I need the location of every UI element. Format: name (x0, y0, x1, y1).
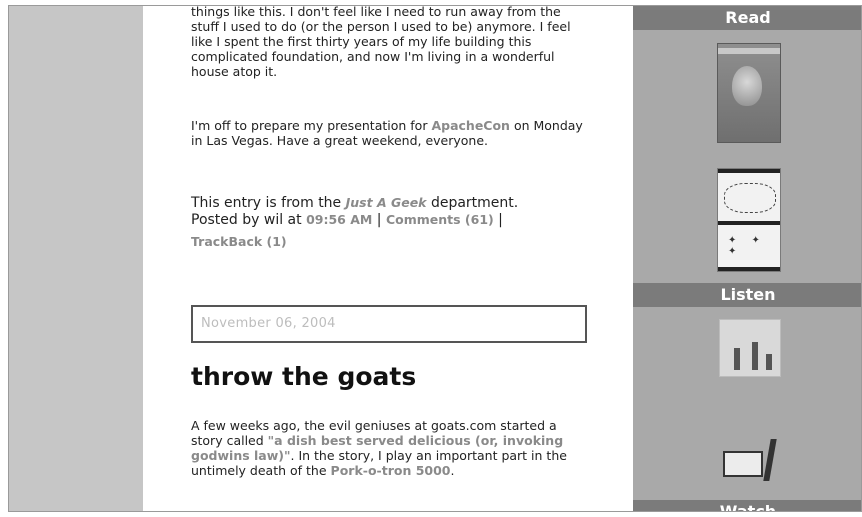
listen-heading: Listen (633, 283, 861, 307)
comments-link[interactable]: Comments (61) (386, 212, 494, 227)
cover-figure (752, 342, 758, 370)
cover-band (718, 48, 780, 54)
cover-figure (734, 348, 740, 370)
trackback-line: TrackBack (1) (191, 233, 591, 250)
permalink-time-link[interactable]: 09:56 AM (306, 212, 372, 227)
sidebar: Read ✦ ✦ ✦ Listen Watch (633, 6, 861, 511)
blog-content: things like this. I don't feel like I ne… (143, 6, 633, 511)
cover-stripe (718, 267, 780, 271)
left-gutter (9, 6, 143, 511)
date-header: November 06, 2004 (191, 305, 587, 343)
post-paragraph: I'm off to prepare my presentation for A… (191, 118, 591, 148)
department-link[interactable]: Just A Geek (346, 195, 427, 210)
album-cover-image[interactable] (719, 319, 781, 377)
post-paragraph: A few weeks ago, the evil geniuses at go… (191, 418, 591, 478)
cover-title-art (724, 183, 776, 213)
post-text: . (450, 463, 455, 478)
cover-art: ✦ ✦ ✦ (728, 235, 766, 257)
entry-prefix: This entry is from the (191, 195, 346, 211)
author-portrait (732, 66, 762, 106)
book-cover-image[interactable]: ✦ ✦ ✦ (717, 168, 781, 272)
cover-stripe (718, 221, 780, 225)
separator: | (372, 212, 386, 228)
post-paragraph: things like this. I don't feel like I ne… (191, 5, 571, 79)
album-cover-image[interactable] (723, 439, 779, 481)
trackback-link[interactable]: TrackBack (1) (191, 234, 287, 249)
book-cover-image[interactable] (717, 43, 781, 143)
posted-by-text: Posted by wil at (191, 212, 307, 228)
cover-stripe (718, 169, 780, 173)
post-text: I'm off to prepare my presentation for (191, 118, 432, 133)
post-title: throw the goats (191, 362, 417, 391)
separator: | (493, 212, 503, 228)
watch-heading: Watch (633, 500, 861, 511)
entry-suffix: department. (426, 195, 519, 211)
read-heading: Read (633, 6, 861, 30)
apachecon-link[interactable]: ApacheCon (431, 118, 510, 133)
cover-figure (766, 354, 772, 370)
cover-pole-art (763, 439, 777, 481)
entry-department-line: This entry is from the Just A Geek depar… (191, 194, 591, 212)
pork-o-tron-link[interactable]: Pork-o-tron 5000 (331, 463, 451, 478)
posted-by-line: Posted by wil at 09:56 AM | Comments (61… (191, 211, 591, 229)
browser-viewport: things like this. I don't feel like I ne… (8, 5, 862, 512)
cover-box-art (723, 451, 763, 477)
